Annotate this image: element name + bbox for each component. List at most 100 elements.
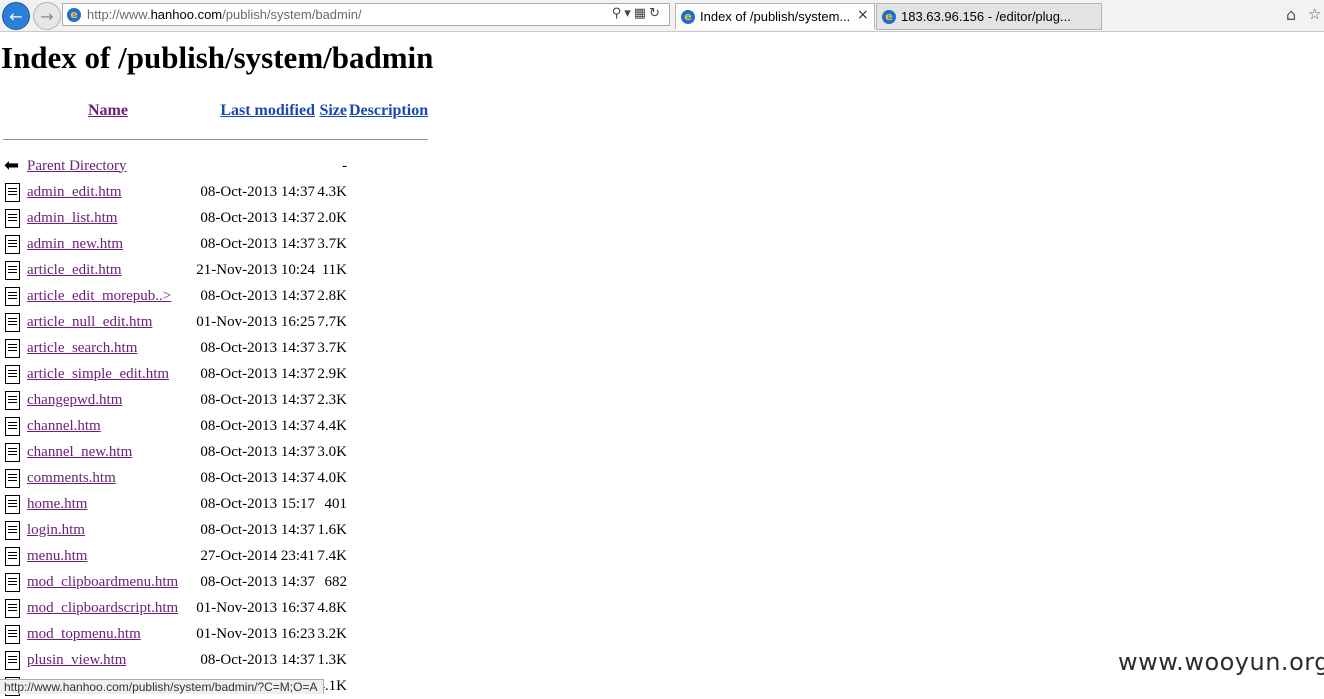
- sort-by-name-link[interactable]: Name: [88, 102, 128, 119]
- file-link[interactable]: admin_edit.htm: [27, 184, 122, 200]
- close-icon[interactable]: ×: [857, 7, 869, 23]
- text-file-icon: [5, 572, 20, 592]
- file-link[interactable]: mod_clipboardscript.htm: [27, 600, 178, 616]
- row-size-cell: 3.2K: [317, 625, 347, 642]
- file-row: admin_new.htm 08-Oct-2013 14:37 3.7K: [3, 231, 428, 257]
- sort-by-size-link[interactable]: Size: [319, 102, 347, 119]
- search-icon[interactable]: ⚲: [612, 6, 625, 21]
- row-description-cell: [349, 621, 428, 647]
- row-size-cell: 7.4K: [317, 547, 347, 564]
- file-link[interactable]: plusin_view.htm: [27, 652, 126, 668]
- favorites-icon[interactable]: ☆: [1308, 5, 1321, 23]
- file-link[interactable]: comments.htm: [27, 470, 116, 486]
- row-description-cell: [349, 673, 428, 699]
- parent-directory-link[interactable]: Parent Directory: [27, 158, 127, 174]
- row-size-cell: -: [342, 157, 347, 174]
- back-icon: ←: [9, 6, 23, 26]
- row-size-cell: 11K: [321, 261, 347, 278]
- row-modified-cell: 08-Oct-2013 15:17: [200, 495, 315, 512]
- refresh-icon[interactable]: ↻: [649, 6, 663, 21]
- row-description-cell: [349, 361, 428, 387]
- row-icon-cell: [3, 621, 25, 647]
- row-description-cell: [349, 283, 428, 309]
- text-file-icon: [5, 182, 20, 202]
- file-row: changepwd.htm 08-Oct-2013 14:37 2.3K: [3, 387, 428, 413]
- file-row: channel_new.htm 08-Oct-2013 14:37 3.0K: [3, 439, 428, 465]
- file-link[interactable]: article_search.htm: [27, 340, 137, 356]
- row-modified-cell: 08-Oct-2013 14:37: [200, 443, 315, 460]
- file-link[interactable]: changepwd.htm: [27, 392, 122, 408]
- row-name-cell: home.htm: [27, 491, 189, 517]
- row-description-cell: [349, 543, 428, 569]
- status-bar: http://www.hanhoo.com/publish/system/bad…: [0, 679, 325, 694]
- row-modified-cell: 08-Oct-2013 14:37: [200, 469, 315, 486]
- file-link[interactable]: mod_topmenu.htm: [27, 626, 141, 642]
- row-size-cell: 3.0K: [317, 443, 347, 460]
- row-icon-cell: [3, 257, 25, 283]
- tab-directory-index[interactable]: e Index of /publish/system... ×: [675, 3, 875, 30]
- row-modified-cell: 08-Oct-2013 14:37: [200, 287, 315, 304]
- file-link[interactable]: article_simple_edit.htm: [27, 366, 169, 382]
- back-button[interactable]: ←: [2, 2, 30, 30]
- row-description-cell: [349, 153, 428, 179]
- file-row: article_edit_morepub..> 08-Oct-2013 14:37…: [3, 283, 428, 309]
- ie-icon: e: [882, 10, 896, 24]
- sort-by-modified-link[interactable]: Last modified: [220, 102, 315, 119]
- text-file-icon: [5, 208, 20, 228]
- row-description-cell: [349, 439, 428, 465]
- home-icon[interactable]: ⌂: [1286, 5, 1296, 24]
- header-size: Size: [317, 97, 347, 125]
- row-description-cell: [349, 387, 428, 413]
- file-link[interactable]: article_edit_morepub..>: [27, 288, 171, 304]
- row-modified-cell: [191, 153, 315, 179]
- row-size-cell: 1.3K: [317, 651, 347, 668]
- row-icon-cell: [3, 231, 25, 257]
- row-size-cell: 4.0K: [317, 469, 347, 486]
- watermark: www.wooyun.org: [1118, 648, 1324, 676]
- file-link[interactable]: admin_new.htm: [27, 236, 123, 252]
- compat-icon[interactable]: ▦: [634, 6, 649, 21]
- row-icon-cell: [3, 595, 25, 621]
- page-title: Index of /publish/system/badmin: [1, 40, 434, 75]
- row-name-cell: admin_list.htm: [27, 205, 189, 231]
- header-divider: [3, 138, 429, 140]
- file-link[interactable]: mod_clipboardmenu.htm: [27, 574, 178, 590]
- file-link[interactable]: home.htm: [27, 496, 87, 512]
- row-size-cell: 2.9K: [317, 365, 347, 382]
- row-modified-cell: 01-Nov-2013 16:23: [196, 625, 315, 642]
- row-modified-cell: 08-Oct-2013 14:37: [200, 651, 315, 668]
- row-name-cell: channel_new.htm: [27, 439, 189, 465]
- row-size-cell: 7.7K: [317, 313, 347, 330]
- ie-icon: e: [681, 10, 695, 24]
- row-description-cell: [349, 231, 428, 257]
- browser-toolbar: ← → e http://www.hanhoo.com/publish/syst…: [0, 0, 1324, 32]
- row-description-cell: [349, 647, 428, 673]
- row-modified-cell: 01-Nov-2013 16:25: [196, 313, 315, 330]
- row-name-cell: menu.htm: [27, 543, 189, 569]
- header-row: Name Last modified Size Description: [3, 97, 428, 125]
- tab-editor-plugins[interactable]: e 183.63.96.156 - /editor/plug...: [876, 3, 1102, 30]
- row-name-cell: mod_clipboardmenu.htm: [27, 569, 189, 595]
- file-link[interactable]: channel_new.htm: [27, 444, 132, 460]
- tab-label: Index of /publish/system...: [700, 9, 851, 24]
- row-size-cell: 682: [324, 573, 348, 590]
- sort-by-description-link[interactable]: Description: [349, 102, 428, 119]
- address-url[interactable]: http://www.hanhoo.com/publish/system/bad…: [87, 7, 362, 22]
- file-link[interactable]: article_edit.htm: [27, 262, 122, 278]
- dropdown-icon[interactable]: ▾: [624, 6, 634, 21]
- address-bar[interactable]: e http://www.hanhoo.com/publish/system/b…: [62, 3, 670, 26]
- row-name-cell: mod_clipboardscript.htm: [27, 595, 189, 621]
- row-modified-cell: 08-Oct-2013 14:37: [200, 521, 315, 538]
- row-modified-cell: 08-Oct-2013 14:37: [200, 365, 315, 382]
- row-modified-cell: 08-Oct-2013 14:37: [200, 235, 315, 252]
- forward-button[interactable]: →: [33, 2, 61, 30]
- file-link[interactable]: article_null_edit.htm: [27, 314, 152, 330]
- row-description-cell: [349, 595, 428, 621]
- file-link[interactable]: channel.htm: [27, 418, 101, 434]
- file-link[interactable]: menu.htm: [27, 548, 87, 564]
- row-icon-cell: [3, 517, 25, 543]
- file-link[interactable]: admin_list.htm: [27, 210, 117, 226]
- row-description-cell: [349, 413, 428, 439]
- text-file-icon: [5, 312, 20, 332]
- file-link[interactable]: login.htm: [27, 522, 85, 538]
